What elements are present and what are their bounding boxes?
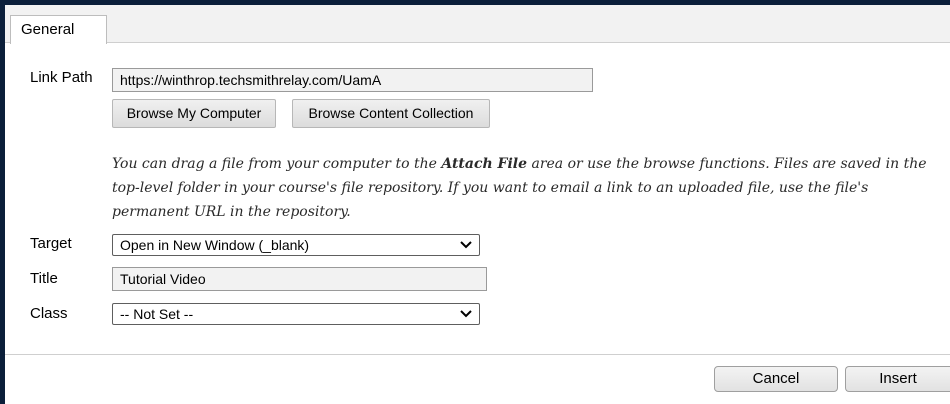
link-path-input[interactable]: https://winthrop.techsmithrelay.com/UamA — [112, 68, 593, 92]
help-text: You can drag a file from your computer t… — [112, 152, 947, 224]
target-select-value: Open in New Window (_blank) — [120, 237, 310, 253]
browse-content-collection-button[interactable]: Browse Content Collection — [292, 99, 490, 128]
insert-button[interactable]: Insert — [845, 366, 950, 392]
tab-bar: General — [5, 5, 950, 44]
title-label: Title — [30, 270, 58, 287]
target-label: Target — [30, 235, 72, 252]
class-select-value: -- Not Set -- — [120, 306, 194, 322]
help-text-part1: You can drag a file from your computer t… — [112, 156, 442, 172]
cancel-button[interactable]: Cancel — [714, 366, 838, 392]
tab-general[interactable]: General — [10, 15, 107, 44]
chevron-down-icon — [460, 241, 472, 249]
chevron-down-icon — [460, 310, 472, 318]
link-path-label: Link Path — [30, 69, 93, 86]
title-input[interactable]: Tutorial Video — [112, 267, 487, 291]
target-select[interactable]: Open in New Window (_blank) — [112, 234, 480, 256]
browse-my-computer-button[interactable]: Browse My Computer — [112, 99, 276, 128]
class-select[interactable]: -- Not Set -- — [112, 303, 480, 325]
class-label: Class — [30, 305, 68, 322]
attach-file-emphasis: Attach File — [441, 156, 528, 172]
